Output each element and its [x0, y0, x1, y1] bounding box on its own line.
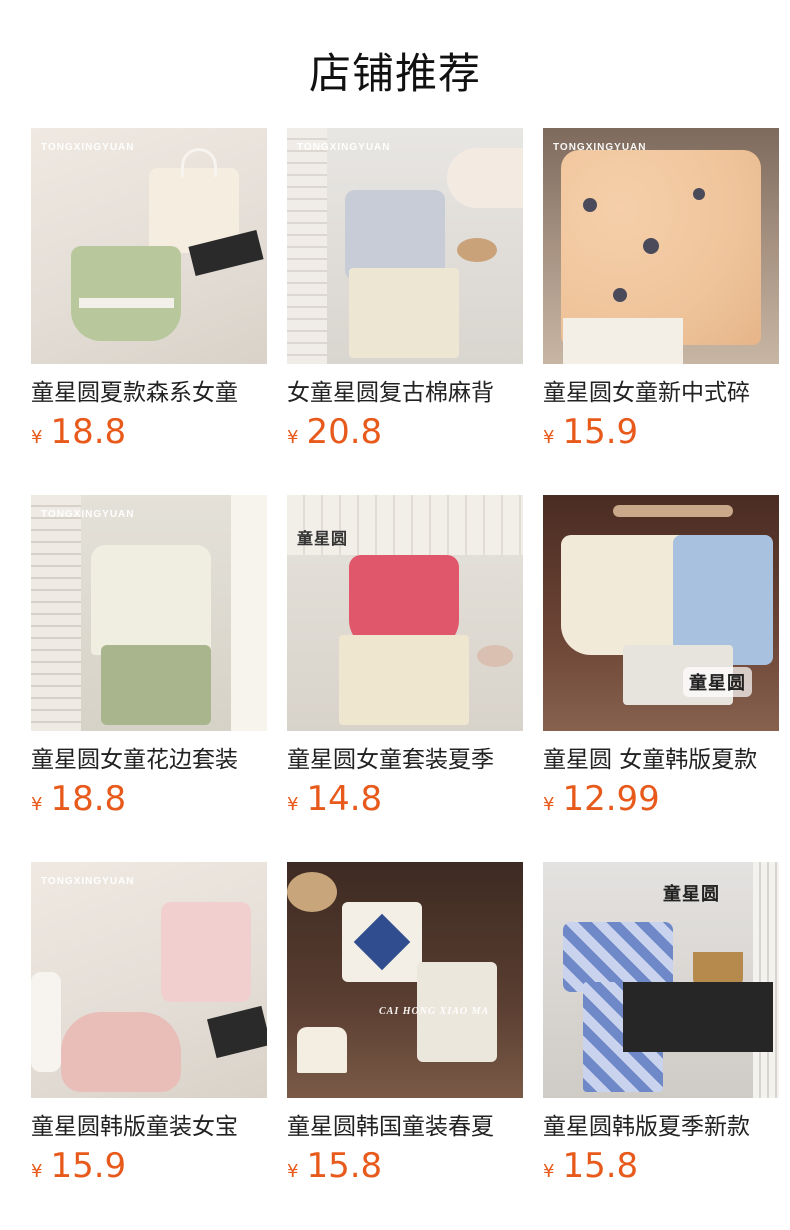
- currency-symbol: ¥: [543, 794, 555, 815]
- brand-watermark: 童星圆: [297, 531, 349, 548]
- brand-watermark: TONGXINGYUAN: [297, 142, 391, 153]
- product-card[interactable]: CAI HONG XIAO MA 童星圆韩国童装春夏 ¥15.8: [287, 862, 523, 1198]
- product-title[interactable]: 童星圆夏款森系女童: [31, 376, 267, 410]
- product-image[interactable]: TONGXINGYUAN: [31, 128, 267, 364]
- product-title[interactable]: 童星圆 女童韩版夏款: [543, 743, 779, 777]
- price-value: 18.8: [50, 779, 127, 819]
- brand-watermark: TONGXINGYUAN: [41, 876, 135, 887]
- page-header: 店铺推荐: [0, 0, 790, 128]
- product-title[interactable]: 童星圆女童套装夏季: [287, 743, 523, 777]
- currency-symbol: ¥: [287, 794, 299, 815]
- product-card[interactable]: TONGXINGYUAN 女童星圆复古棉麻背 ¥20.8: [287, 128, 523, 464]
- price-value: 15.9: [562, 412, 639, 452]
- product-image[interactable]: 童星圆: [543, 862, 779, 1098]
- product-title[interactable]: 童星圆女童花边套装: [31, 743, 267, 777]
- price-value: 15.9: [50, 1146, 127, 1186]
- product-price: ¥20.8: [287, 410, 523, 454]
- product-image[interactable]: TONGXINGYUAN: [287, 128, 523, 364]
- currency-symbol: ¥: [31, 1161, 43, 1182]
- product-price: ¥18.8: [31, 410, 267, 454]
- product-title[interactable]: 童星圆韩国童装春夏: [287, 1110, 523, 1144]
- product-title[interactable]: 女童星圆复古棉麻背: [287, 376, 523, 410]
- product-card[interactable]: 童星圆 童星圆女童套装夏季 ¥14.8: [287, 495, 523, 831]
- product-title[interactable]: 童星圆韩版夏季新款: [543, 1110, 779, 1144]
- product-price: ¥15.9: [31, 1144, 267, 1188]
- price-value: 20.8: [306, 412, 383, 452]
- product-title[interactable]: 童星圆女童新中式碎: [543, 376, 779, 410]
- brand-watermark: 童星圆: [663, 884, 720, 904]
- brand-watermark: CAI HONG XIAO MA: [379, 1006, 490, 1017]
- page-title: 店铺推荐: [308, 49, 481, 98]
- product-price: ¥18.8: [31, 777, 267, 821]
- product-grid: TONGXINGYUAN 童星圆夏款森系女童 ¥18.8 TONGXINGYUA…: [31, 128, 779, 1198]
- product-card[interactable]: 童星圆 童星圆韩版夏季新款 ¥15.8: [543, 862, 779, 1198]
- product-price: ¥15.8: [287, 1144, 523, 1188]
- currency-symbol: ¥: [287, 1161, 299, 1182]
- product-image[interactable]: TONGXINGYUAN: [31, 495, 267, 731]
- product-image[interactable]: TONGXINGYUAN: [31, 862, 267, 1098]
- product-price: ¥15.8: [543, 1144, 779, 1188]
- product-card[interactable]: 童星圆 童星圆 女童韩版夏款 ¥12.99: [543, 495, 779, 831]
- product-title[interactable]: 童星圆韩版童装女宝: [31, 1110, 267, 1144]
- currency-symbol: ¥: [543, 427, 555, 448]
- brand-watermark: TONGXINGYUAN: [41, 142, 135, 153]
- product-price: ¥12.99: [543, 777, 779, 821]
- product-image[interactable]: TONGXINGYUAN: [543, 128, 779, 364]
- product-price: ¥15.9: [543, 410, 779, 454]
- brand-watermark: 童星圆: [683, 667, 752, 697]
- product-card[interactable]: TONGXINGYUAN 童星圆韩版童装女宝 ¥15.9: [31, 862, 267, 1198]
- price-value: 14.8: [306, 779, 383, 819]
- brand-watermark: TONGXINGYUAN: [553, 142, 647, 153]
- product-price: ¥14.8: [287, 777, 523, 821]
- price-value: 18.8: [50, 412, 127, 452]
- product-image[interactable]: 童星圆: [287, 495, 523, 731]
- brand-watermark: TONGXINGYUAN: [41, 509, 135, 520]
- price-value: 15.8: [562, 1146, 639, 1186]
- product-image[interactable]: 童星圆: [543, 495, 779, 731]
- product-card[interactable]: TONGXINGYUAN 童星圆女童新中式碎 ¥15.9: [543, 128, 779, 464]
- price-value: 12.99: [562, 779, 660, 819]
- product-image[interactable]: CAI HONG XIAO MA: [287, 862, 523, 1098]
- currency-symbol: ¥: [31, 427, 43, 448]
- currency-symbol: ¥: [31, 794, 43, 815]
- product-card[interactable]: TONGXINGYUAN 童星圆夏款森系女童 ¥18.8: [31, 128, 267, 464]
- product-card[interactable]: TONGXINGYUAN 童星圆女童花边套装 ¥18.8: [31, 495, 267, 831]
- currency-symbol: ¥: [287, 427, 299, 448]
- currency-symbol: ¥: [543, 1161, 555, 1182]
- price-value: 15.8: [306, 1146, 383, 1186]
